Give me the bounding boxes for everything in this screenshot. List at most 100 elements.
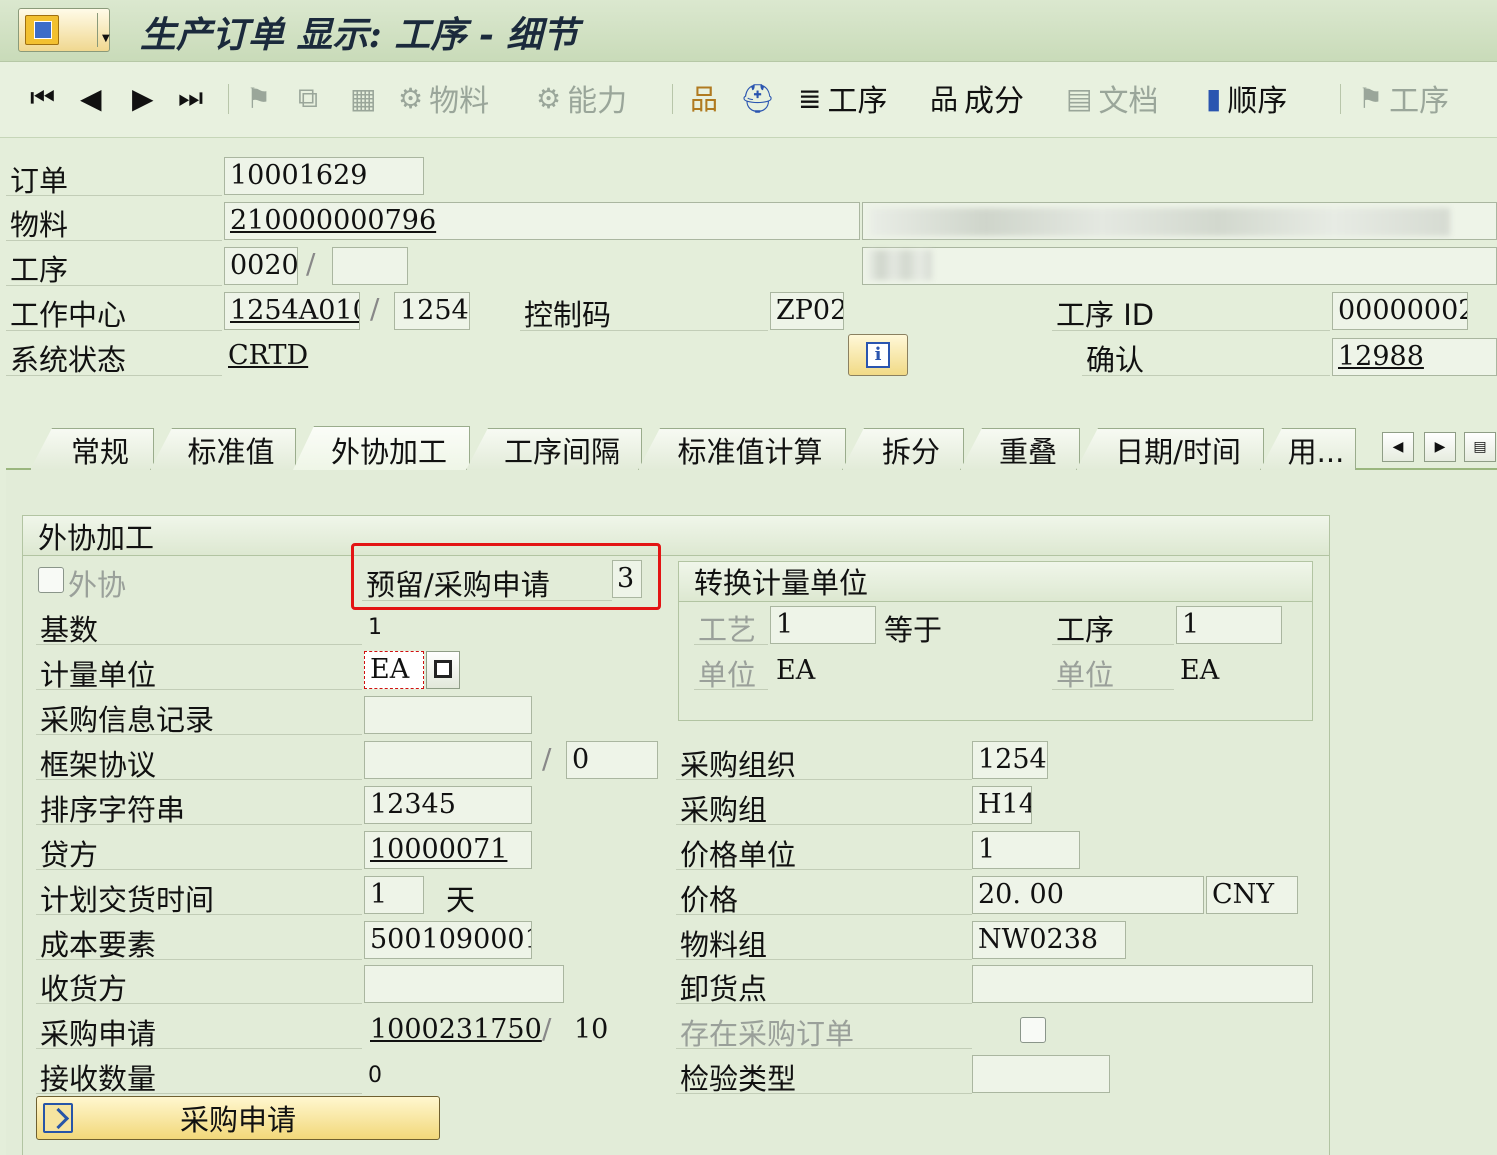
inspection-type-field[interactable] [972,1055,1110,1093]
tab-std-value-calc[interactable]: 标准值计算 [638,428,846,470]
chevron-down-icon: ▼ [102,33,110,44]
unloading-point-label: 卸货点 [680,972,768,1006]
next-page-button[interactable]: ▶ [132,78,160,118]
capacity-button[interactable]: ⚙ 能力 [536,78,627,120]
sap-menu-icon [25,15,59,45]
confirmation-field[interactable]: 12988 [1332,338,1497,376]
external-checkbox[interactable] [38,567,64,593]
last-page-button[interactable]: ⏭ [178,78,209,118]
unit-field[interactable]: EA [364,651,424,689]
system-menu-button[interactable]: ▼ [18,8,110,52]
unit-search-help-button[interactable] [426,651,460,689]
operation-id-field[interactable]: 00000002 [1332,292,1468,330]
purchasing-org-field[interactable]: 1254 [972,741,1048,779]
copy-icon: ⧉ [298,81,318,114]
work-center-field[interactable]: 1254A010 [224,292,360,330]
page-title: 生产订单 显示: 工序 - 细节 [140,14,579,56]
plant-field[interactable]: 1254 [394,292,470,330]
base-quantity-value: 1 [368,615,382,640]
delivery-time-field[interactable]: 1 [364,876,424,914]
currency-field[interactable]: CNY [1206,876,1298,914]
uom-conversion-title: 转换计量单位 [694,566,869,600]
operation-button[interactable]: ≣ 工序 [798,78,887,120]
sequence-button[interactable]: ▮ 顺序 [1206,78,1287,120]
copy-button[interactable]: ⧉ [298,78,324,118]
sort-string-field[interactable]: 12345 [364,786,532,824]
recipient-field[interactable] [364,965,564,1003]
arrow-left-icon: ◀ [1392,439,1404,455]
process-label: 工艺 [698,613,757,647]
price-field[interactable]: 20. 00 [972,876,1204,914]
materials-button[interactable]: ⚙ 物料 [398,78,490,120]
recipient-label: 收货方 [40,972,128,1006]
control-key-field[interactable]: ZP02 [770,292,844,330]
hierarchy-icon: 品 [690,83,719,116]
documents-label: 文档 [1098,84,1159,119]
operation-quantity-field[interactable]: 1 [1176,606,1282,644]
tab-overlapping[interactable]: 重叠 [960,428,1080,470]
components-label: 成分 [964,84,1025,119]
tab-standard-values[interactable]: 标准值 [150,428,296,470]
operation-icon: ≣ [798,81,822,115]
unloading-point-field[interactable] [972,965,1313,1003]
tab-list-button[interactable]: ▤ [1464,432,1496,462]
sort-string-label: 排序字符串 [40,793,186,827]
hierarchy-button[interactable]: 品 [690,78,724,118]
purchase-requisition-link[interactable]: 1000231750 [370,1014,542,1046]
tab-splitting[interactable]: 拆分 [842,428,964,470]
calculator-button[interactable]: ▦ [350,78,382,118]
purchasing-group-label: 采购组 [680,793,768,827]
components-icon: 品 [930,83,959,116]
calculator-icon: ▦ [350,81,377,115]
components-button[interactable]: 品成分 [930,78,1025,119]
operation-field[interactable]: 0020 [224,247,298,285]
tab-interoperation-times[interactable]: 工序间隔 [466,428,642,470]
tab-dates-times[interactable]: 日期/时间 [1076,428,1264,470]
received-quantity-label: 接收数量 [40,1062,157,1096]
operation-unit-value: EA [1180,655,1220,686]
list-icon: ▤ [1473,439,1487,455]
purchasing-group-field[interactable]: H14 [972,786,1032,824]
outline-agreement-field[interactable] [364,741,532,779]
arrow-right-icon: ▶ [1434,439,1446,455]
purchase-requisition-button[interactable]: 采购申请 [36,1096,440,1140]
order-field[interactable]: 10001629 [224,157,424,195]
first-page-button[interactable]: ⏮ [30,78,61,118]
purchase-requisition-button-label: 采购申请 [179,1103,296,1137]
outline-agreement-label: 框架协议 [40,748,157,782]
documents-button[interactable]: ▤ 文档 [1066,78,1159,120]
resource-button[interactable]: ⛑ [740,78,782,118]
price-unit-field[interactable]: 1 [972,831,1080,869]
vendor-field[interactable]: 10000071 [364,831,532,869]
vendor-label: 贷方 [40,838,99,872]
material-group-field[interactable]: NW0238 [972,921,1126,959]
tab-general[interactable]: 常规 [30,428,154,470]
tab-scroll-right-button[interactable]: ▶ [1424,432,1456,462]
sub-operation-field[interactable] [332,247,408,285]
operation-id-label: 工序 ID [1056,298,1155,332]
cost-element-label: 成本要素 [40,928,157,962]
equals-label: 等于 [884,613,943,647]
tab-more[interactable]: 用... [1260,428,1356,470]
flag-icon: ⚑ [246,81,272,115]
po-exists-checkbox[interactable] [1020,1017,1046,1043]
operation-flag-button[interactable]: ⚑ 工序 [1358,78,1449,120]
materials-label: 物料 [429,84,490,119]
tab-scroll-left-button[interactable]: ◀ [1382,432,1414,462]
operation-description-field [862,247,1497,285]
process-quantity-field[interactable]: 1 [770,606,876,644]
previous-page-button[interactable]: ◀ [80,78,108,118]
flag-button[interactable]: ⚑ [246,78,277,118]
status-info-button[interactable]: i [848,334,908,376]
material-field[interactable]: 210000000796 [224,202,860,240]
material-label: 物料 [10,208,69,242]
goto-icon [43,1103,73,1133]
tab-external-processing[interactable]: 外协加工 [292,426,470,472]
highlight-box [351,543,661,610]
system-status-value[interactable]: CRTD [228,340,308,372]
materials-icon: ⚙ [398,81,424,115]
info-record-field[interactable] [364,696,532,734]
outline-item-field[interactable]: 0 [566,741,658,779]
cost-element-field[interactable]: 5001090001 [364,921,532,959]
price-label: 价格 [680,883,739,917]
